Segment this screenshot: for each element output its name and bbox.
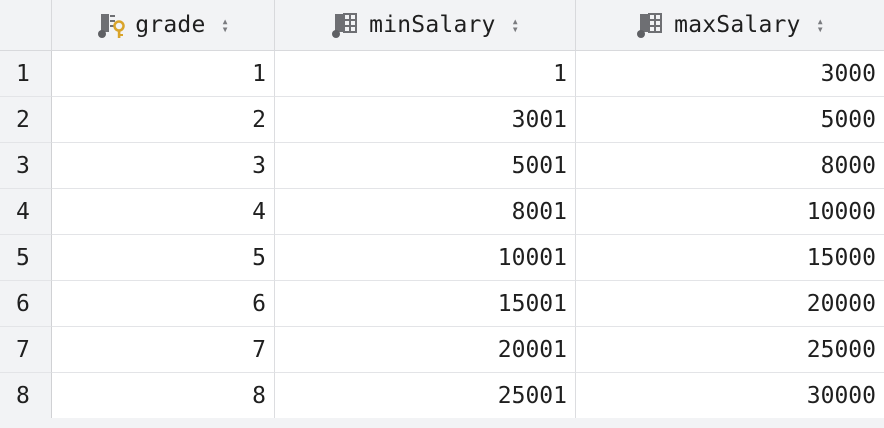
row-number[interactable]: 7 [0, 327, 52, 373]
cell-maxsalary[interactable]: 8000 [576, 143, 884, 189]
column-header-grade[interactable]: grade ▴ ▾ [52, 0, 275, 50]
cell-maxsalary[interactable]: 30000 [576, 373, 884, 419]
cell-minsalary[interactable]: 5001 [275, 143, 576, 189]
row-number[interactable]: 2 [0, 97, 52, 143]
cell-grade[interactable]: 4 [52, 189, 275, 235]
row-number[interactable]: 8 [0, 373, 52, 419]
grid-header: grade ▴ ▾ minSalary ▴ ▾ maxSalary ▴ ▾ [0, 0, 884, 51]
sort-arrows-icon[interactable]: ▴ ▾ [817, 15, 824, 35]
cell-maxsalary[interactable]: 3000 [576, 51, 884, 97]
column-header-label: grade [135, 12, 206, 38]
column-header-label: minSalary [369, 12, 496, 38]
cell-grade[interactable]: 6 [52, 281, 275, 327]
cell-grade[interactable]: 5 [52, 235, 275, 281]
cell-maxsalary[interactable]: 25000 [576, 327, 884, 373]
cell-maxsalary[interactable]: 10000 [576, 189, 884, 235]
column-icon [636, 11, 666, 39]
cell-grade[interactable]: 2 [52, 97, 275, 143]
cell-minsalary[interactable]: 15001 [275, 281, 576, 327]
cell-maxsalary[interactable]: 20000 [576, 281, 884, 327]
cell-minsalary[interactable]: 20001 [275, 327, 576, 373]
column-header-label: maxSalary [674, 12, 801, 38]
cell-minsalary[interactable]: 25001 [275, 373, 576, 419]
column-header-minsalary[interactable]: minSalary ▴ ▾ [275, 0, 576, 50]
cell-grade[interactable]: 8 [52, 373, 275, 419]
sort-arrows-icon[interactable]: ▴ ▾ [512, 15, 519, 35]
cell-minsalary[interactable]: 3001 [275, 97, 576, 143]
row-number[interactable]: 1 [0, 51, 52, 97]
column-icon [331, 11, 361, 39]
column-header-maxsalary[interactable]: maxSalary ▴ ▾ [576, 0, 884, 50]
row-number[interactable]: 5 [0, 235, 52, 281]
row-number[interactable]: 6 [0, 281, 52, 327]
header-corner [0, 0, 52, 50]
cell-maxsalary[interactable]: 5000 [576, 97, 884, 143]
row-number[interactable]: 4 [0, 189, 52, 235]
sort-arrows-icon[interactable]: ▴ ▾ [222, 15, 229, 35]
cell-minsalary[interactable]: 10001 [275, 235, 576, 281]
cell-maxsalary[interactable]: 15000 [576, 235, 884, 281]
cell-grade[interactable]: 3 [52, 143, 275, 189]
cell-minsalary[interactable]: 8001 [275, 189, 576, 235]
cell-minsalary[interactable]: 1 [275, 51, 576, 97]
row-number[interactable]: 3 [0, 143, 52, 189]
cell-grade[interactable]: 1 [52, 51, 275, 97]
result-grid: grade ▴ ▾ minSalary ▴ ▾ maxSalary ▴ ▾ 1 … [0, 0, 884, 428]
primary-key-column-icon [97, 11, 127, 39]
cell-grade[interactable]: 7 [52, 327, 275, 373]
grid-footer [0, 418, 884, 428]
